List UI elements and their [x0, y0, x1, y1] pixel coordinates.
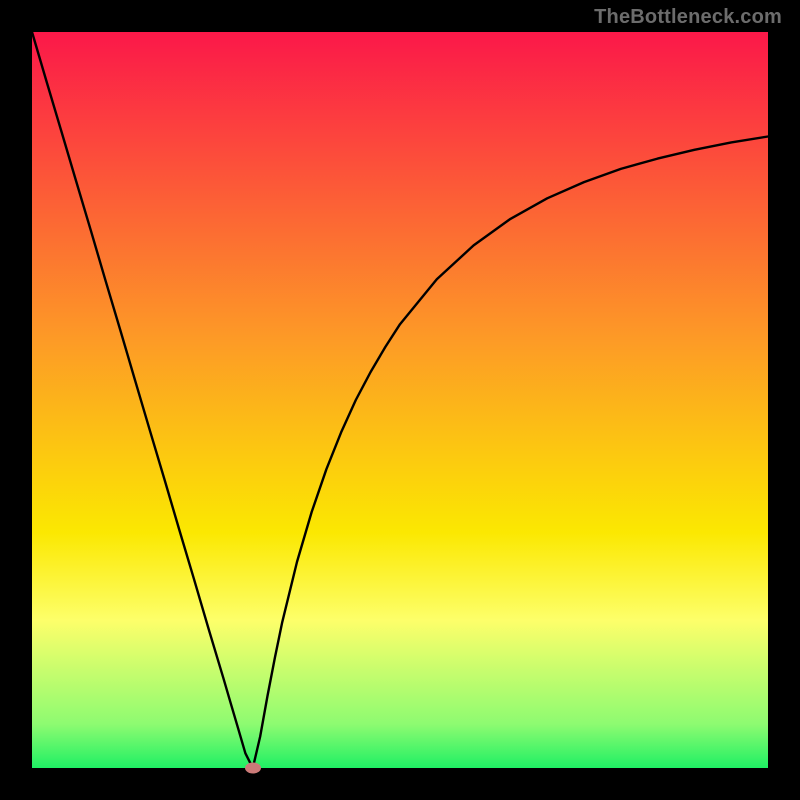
plot-area — [32, 32, 768, 768]
minimum-marker — [245, 763, 261, 774]
watermark-text: TheBottleneck.com — [594, 6, 782, 29]
curve-path — [32, 32, 768, 768]
chart-frame: TheBottleneck.com — [0, 0, 800, 800]
bottleneck-curve — [32, 32, 768, 768]
